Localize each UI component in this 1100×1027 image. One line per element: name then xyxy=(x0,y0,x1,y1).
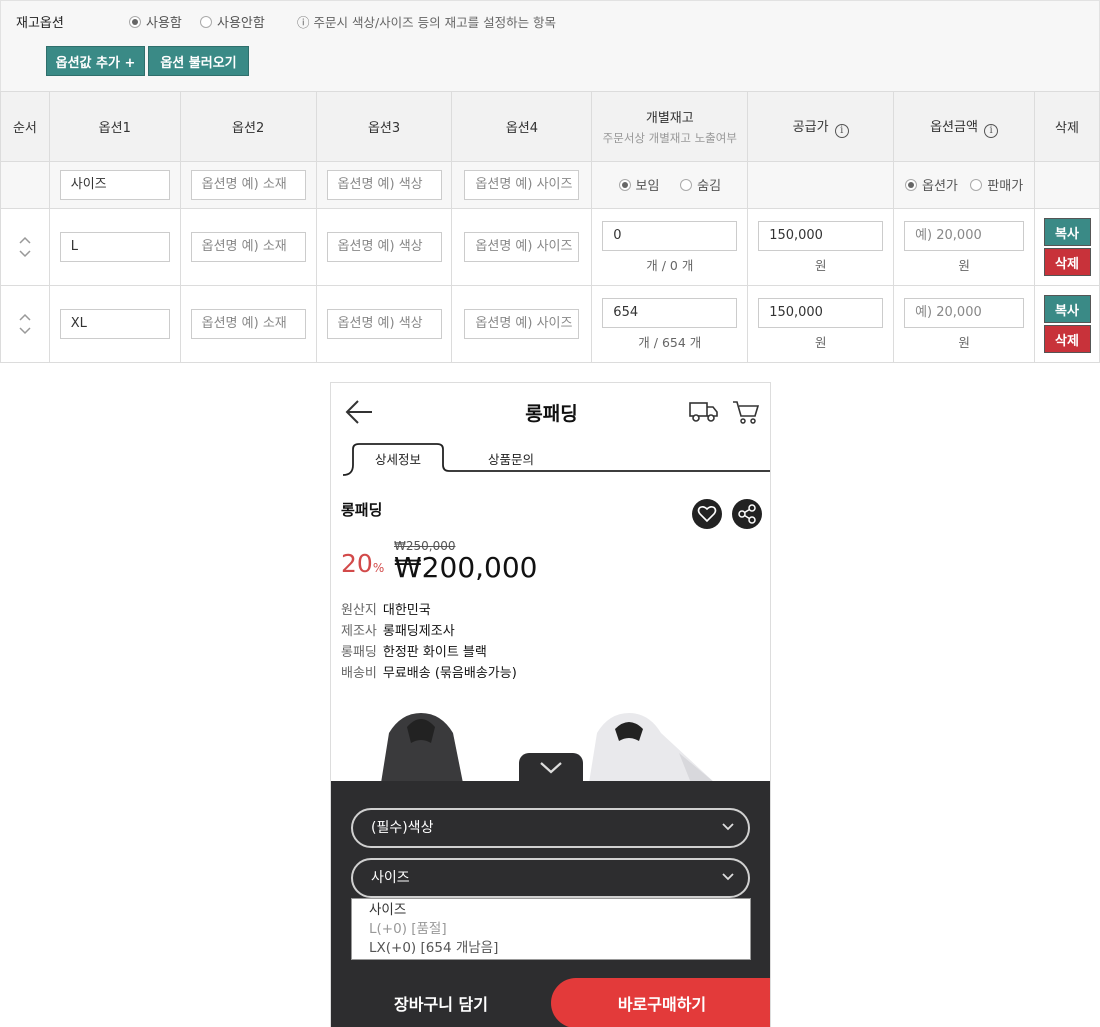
stock-option-hint: ⓘ 주문시 색상/사이즈 등의 재고를 설정하는 항목 xyxy=(297,15,557,30)
radio-unchecked-icon xyxy=(200,15,212,28)
size-dropdown: 사이즈 L(+0) [품절] LX(+0) [654 개남음] xyxy=(351,898,751,960)
amount-input[interactable]: 예) 20,000 xyxy=(904,297,1025,328)
heart-icon xyxy=(697,505,717,523)
cart-icon[interactable] xyxy=(732,399,760,425)
stock-unit: 개 / 654 개 xyxy=(638,334,702,350)
nouse-radio[interactable]: 사용안함 xyxy=(200,12,265,31)
supply-input[interactable]: 150,000 xyxy=(758,297,884,328)
dropdown-option[interactable]: LX(+0) [654 개남음] xyxy=(369,939,750,958)
opt4-name-input[interactable]: 옵션명 예) 사이즈 xyxy=(464,170,580,200)
use-radio[interactable]: 사용함 xyxy=(129,12,182,31)
info-icon[interactable]: i xyxy=(834,123,849,138)
chevron-down-icon xyxy=(540,762,562,774)
opt3-value-input[interactable]: 옵션명 예) 색상 xyxy=(326,232,442,262)
copy-button[interactable]: 복사 xyxy=(1043,218,1091,246)
header-stock-sub: 주문서상 개별재고 노출여부 xyxy=(602,131,737,145)
option-name-row: 사이즈 옵션명 예) 소재 옵션명 예) 색상 옵션명 예) 사이즈 보임 숨김… xyxy=(0,161,1100,209)
radio-checked-icon xyxy=(618,178,631,191)
radio-unchecked-icon xyxy=(680,178,693,191)
dropdown-option[interactable]: 사이즈 xyxy=(369,901,750,920)
info-icon[interactable]: i xyxy=(984,123,999,138)
chevron-up-icon[interactable] xyxy=(19,313,31,321)
opt4-value-input[interactable]: 옵션명 예) 사이즈 xyxy=(464,309,580,339)
delete-button[interactable]: 삭제 xyxy=(1043,248,1091,276)
load-option-button[interactable]: 옵션 불러오기 xyxy=(148,46,249,76)
opt3-value-input[interactable]: 옵션명 예) 색상 xyxy=(326,309,442,339)
stock-option-panel: 재고옵션 사용함 사용안함 ⓘ 주문시 색상/사이즈 등의 재고를 설정하는 항… xyxy=(0,0,1100,363)
stock-input[interactable]: 654 xyxy=(602,297,738,328)
header-opt2: 옵션2 xyxy=(179,91,317,162)
spec-variant: 롱패딩 한정판 화이트 블랙 xyxy=(341,645,487,660)
chevron-down-icon[interactable] xyxy=(19,327,31,335)
mobile-header: 롱패딩 xyxy=(331,383,770,441)
tab-detail[interactable]: 상세정보 xyxy=(353,441,443,475)
tab-inquiry[interactable]: 상품문의 xyxy=(461,441,561,475)
opt-price-radio[interactable]: 옵션가 xyxy=(904,175,958,194)
add-option-button[interactable]: 옵션값 추가 + xyxy=(46,46,145,76)
chevron-down-icon xyxy=(722,823,734,831)
color-select[interactable]: (필수)색상 xyxy=(351,808,750,848)
stock-unit: 개 / 0 개 xyxy=(646,257,694,273)
delivery-truck-icon[interactable] xyxy=(689,401,719,423)
header-delete: 삭제 xyxy=(1034,91,1100,162)
mobile-preview: 롱패딩 상세정보 상품문의 롱패딩 20% ₩250,000 ₩200,000 … xyxy=(330,382,771,1027)
spec-maker: 제조사 롱패딩제조사 xyxy=(341,624,455,639)
stock-hide-radio[interactable]: 숨김 xyxy=(680,175,721,194)
sale-price: ₩200,000 xyxy=(394,551,538,584)
table-row: L 옵션명 예) 소재 옵션명 예) 색상 옵션명 예) 사이즈 0 개 / 0 … xyxy=(0,208,1100,286)
opt1-value-input[interactable]: L xyxy=(59,232,170,262)
add-to-cart-button[interactable]: 장바구니 담기 xyxy=(331,978,551,1027)
header-opt4: 옵션4 xyxy=(451,91,593,162)
header-supply: 공급가 i xyxy=(747,91,895,162)
table-row: XL 옵션명 예) 소재 옵션명 예) 색상 옵션명 예) 사이즈 654 개 /… xyxy=(0,285,1100,363)
header-amount: 옵션금액 i xyxy=(893,91,1036,162)
buy-now-button[interactable]: 바로구매하기 xyxy=(551,978,770,1027)
radio-checked-icon xyxy=(129,15,141,28)
stock-show-radio[interactable]: 보임 xyxy=(618,175,659,194)
sort-handle[interactable] xyxy=(1,313,49,335)
copy-button[interactable]: 복사 xyxy=(1043,295,1091,323)
radio-unchecked-icon xyxy=(970,178,983,191)
opt3-name-input[interactable]: 옵션명 예) 색상 xyxy=(326,170,442,200)
amount-input[interactable]: 예) 20,000 xyxy=(904,220,1025,251)
sale-price-radio[interactable]: 판매가 xyxy=(970,175,1023,194)
opt1-name-input[interactable]: 사이즈 xyxy=(59,170,170,200)
tab-bar: 상세정보 상품문의 xyxy=(331,441,770,477)
chevron-down-icon xyxy=(722,873,734,881)
product-name: 롱패딩 xyxy=(341,501,383,519)
size-select[interactable]: 사이즈 xyxy=(351,858,750,898)
amount-unit: 원 xyxy=(958,257,970,273)
spec-shipping: 배송비 무료배송 (묶음배송가능) xyxy=(341,666,517,681)
header-order: 순서 xyxy=(0,91,50,162)
header-opt3: 옵션3 xyxy=(315,91,453,162)
opt1-value-input[interactable]: XL xyxy=(59,309,170,339)
option-table: 순서 옵션1 옵션2 옵션3 옵션4 개별재고 주문서상 개별재고 노출여부 공급… xyxy=(0,91,1100,363)
share-icon xyxy=(738,504,756,524)
header-stock: 개별재고 주문서상 개별재고 노출여부 xyxy=(591,91,749,162)
supply-unit: 원 xyxy=(814,257,827,273)
opt2-value-input[interactable]: 옵션명 예) 소재 xyxy=(190,309,306,339)
stock-option-bar: 재고옵션 사용함 사용안함 ⓘ 주문시 색상/사이즈 등의 재고를 설정하는 항… xyxy=(0,0,1100,92)
share-button[interactable] xyxy=(732,499,762,529)
stock-input[interactable]: 0 xyxy=(602,220,738,251)
dropdown-option[interactable]: L(+0) [품절] xyxy=(369,920,750,939)
opt2-value-input[interactable]: 옵션명 예) 소재 xyxy=(190,232,306,262)
supply-unit: 원 xyxy=(814,334,827,350)
delete-button[interactable]: 삭제 xyxy=(1043,325,1091,353)
opt4-value-input[interactable]: 옵션명 예) 사이즈 xyxy=(464,232,580,262)
chevron-down-icon[interactable] xyxy=(19,250,31,258)
spec-origin: 원산지 대한민국 xyxy=(341,603,431,618)
opt2-name-input[interactable]: 옵션명 예) 소재 xyxy=(190,170,306,200)
amount-unit: 원 xyxy=(958,334,970,350)
header-opt1: 옵션1 xyxy=(48,91,181,162)
chevron-up-icon[interactable] xyxy=(19,236,31,244)
discount-rate: 20% xyxy=(341,549,385,578)
wishlist-button[interactable] xyxy=(692,499,722,529)
radio-checked-icon xyxy=(904,178,917,191)
stock-option-title: 재고옵션 xyxy=(16,16,64,31)
sort-handle[interactable] xyxy=(1,236,49,258)
supply-input[interactable]: 150,000 xyxy=(758,220,884,251)
